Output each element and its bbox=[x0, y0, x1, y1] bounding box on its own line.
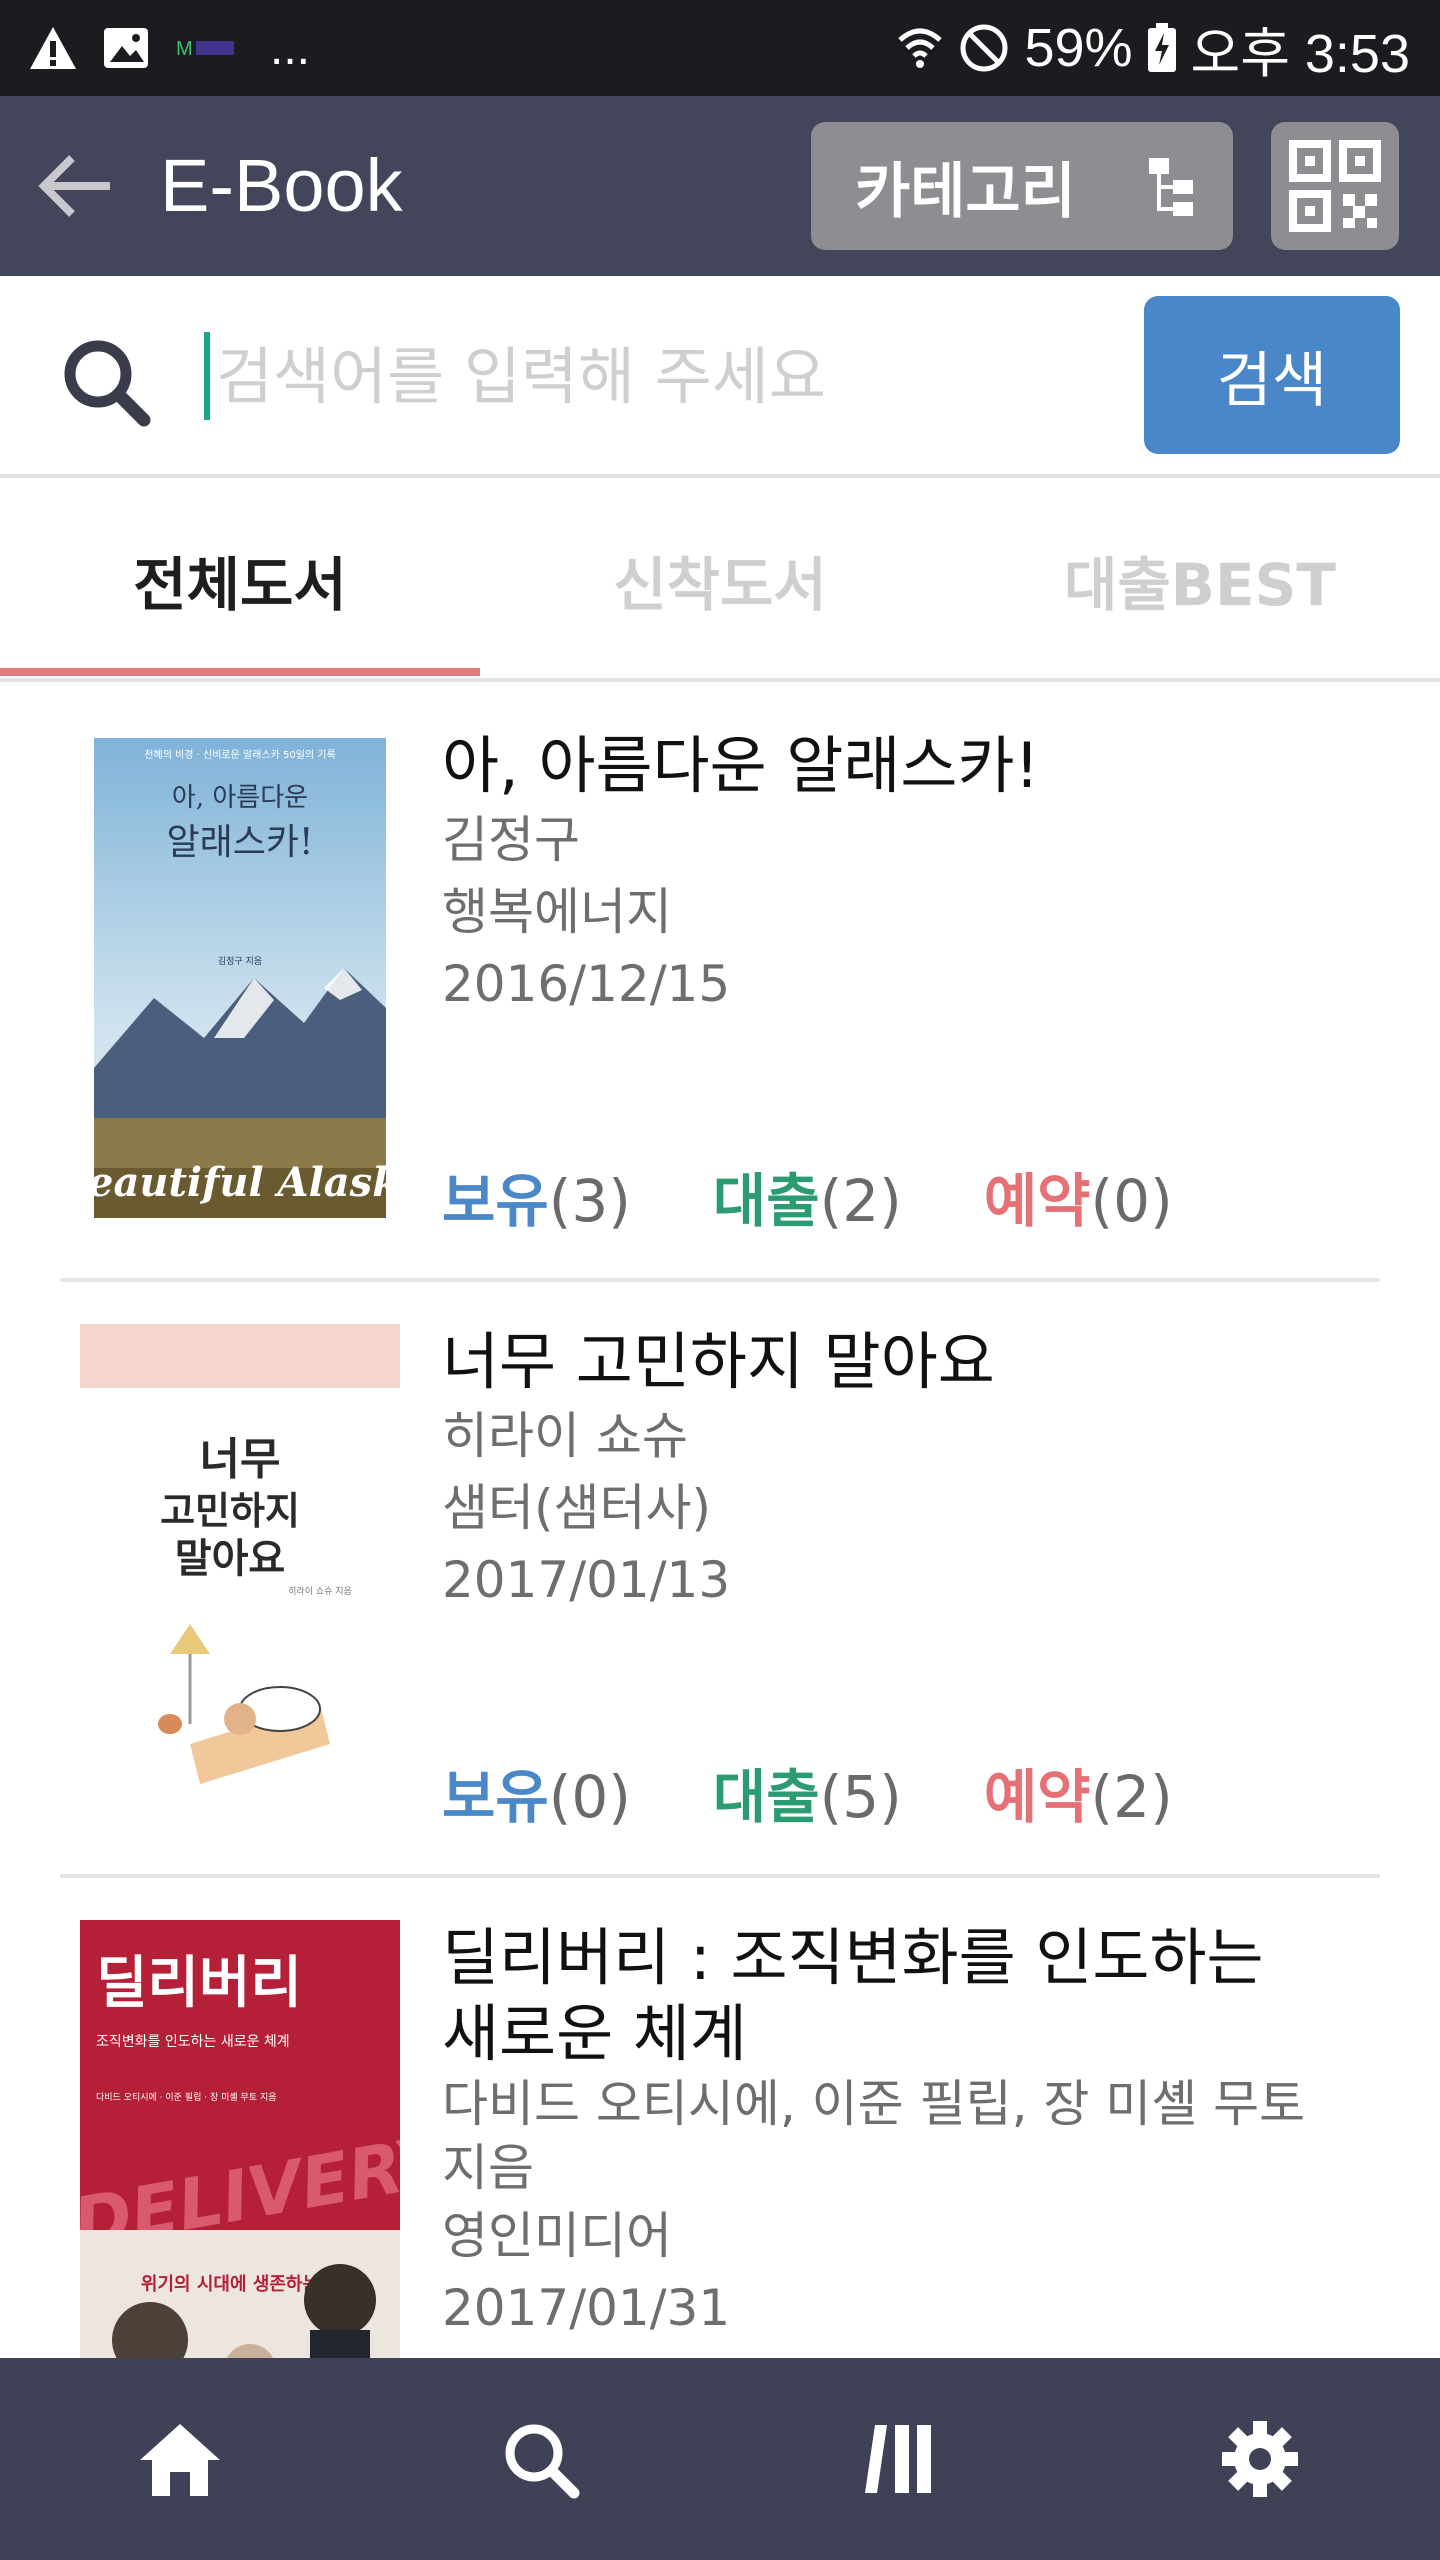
reserve-count: 예약(2) bbox=[983, 1763, 1173, 1831]
book-cover: 너무 고민하지 말아요 히라이 쇼슈 지음 bbox=[80, 1324, 400, 1834]
book-info: 아, 아름다운 알래스카! 김정구 행복에너지 2016/12/15 bbox=[442, 728, 1342, 1020]
tree-icon bbox=[1149, 158, 1193, 216]
own-count: 보유(0) bbox=[442, 1763, 631, 1831]
qr-code-button[interactable] bbox=[1271, 122, 1399, 250]
tab-loan-best[interactable]: 대출BEST bbox=[960, 482, 1440, 678]
book-title-line2: 새로운 체계 bbox=[442, 1997, 747, 2070]
search-bar: 검색 bbox=[0, 276, 1440, 478]
book-title: 아, 아름다운 알래스카! bbox=[442, 729, 1040, 802]
nav-home[interactable] bbox=[0, 2358, 360, 2560]
cover-title-line1: 아, 아름다운 bbox=[172, 783, 308, 813]
page-title: E-Book bbox=[160, 144, 403, 227]
bottom-navigation bbox=[0, 2358, 1440, 2560]
book-author: 히라이 쇼슈 bbox=[442, 1407, 688, 1465]
book-author-line2: 지음 bbox=[442, 2139, 534, 2197]
category-button[interactable]: 카테고리 bbox=[811, 122, 1233, 250]
book-item[interactable]: 너무 고민하지 말아요 히라이 쇼슈 지음 너무 고민하지 말아요 히라이 쇼슈… bbox=[60, 1282, 1380, 1878]
clock: 오후 3:53 bbox=[1190, 23, 1410, 84]
nav-search[interactable] bbox=[360, 2358, 720, 2560]
cover-footer: Beautiful Alaska bbox=[94, 1159, 386, 1206]
book-info: 너무 고민하지 말아요 히라이 쇼슈 샘터(샘터사) 2017/01/13 bbox=[442, 1324, 1342, 1616]
status-bar: M ... 59% 오후 3:53 bbox=[0, 0, 1440, 96]
book-counts: 보유(0) 대출(5) 예약(2) bbox=[442, 1750, 1173, 1834]
alaska-cover-image: 천혜의 비경 · 신비로운 알래스카 50일의 기록 아, 아름다운 알래스카!… bbox=[94, 738, 386, 1218]
wifi-icon bbox=[898, 28, 943, 68]
book-counts: 보유(3) 대출(2) 예약(0) bbox=[442, 1154, 1173, 1238]
warning-icon bbox=[30, 27, 76, 69]
book-title: 너무 고민하지 말아요 bbox=[442, 1325, 995, 1398]
book-publisher: 영인미디어 bbox=[442, 2207, 672, 2265]
more-notifications: ... bbox=[270, 21, 311, 75]
cover-line2: 고민하지 bbox=[160, 1488, 300, 1533]
book-publisher: 샘터(샘터사) bbox=[442, 1479, 712, 1537]
cover-author: 히라이 쇼슈 지음 bbox=[288, 1586, 352, 1597]
book-date: 2017/01/13 bbox=[442, 1551, 731, 1609]
loan-count: 대출(2) bbox=[712, 1167, 902, 1235]
book-date: 2017/01/31 bbox=[442, 2279, 731, 2337]
cover-author: 김정구 지음 bbox=[218, 955, 262, 967]
nav-library[interactable] bbox=[720, 2358, 1080, 2560]
search-icon bbox=[505, 2424, 580, 2499]
search-icon bbox=[64, 340, 151, 427]
book-cover: 천혜의 비경 · 신비로운 알래스카 50일의 기록 아, 아름다운 알래스카!… bbox=[94, 738, 386, 1218]
text-cursor bbox=[204, 332, 210, 420]
book-author: 김정구 bbox=[442, 811, 580, 869]
delivery-cover-image: 딜리버리 조직변화를 인도하는 새로운 체계 다비드 오티시에 · 이준 필립 … bbox=[80, 1920, 400, 2400]
back-arrow-icon[interactable] bbox=[36, 146, 116, 226]
cover-title: 딜리버리 bbox=[96, 1951, 302, 2016]
reserve-count: 예약(0) bbox=[983, 1167, 1173, 1235]
do-not-disturb-icon bbox=[960, 24, 1008, 72]
book-date: 2016/12/15 bbox=[442, 955, 731, 1013]
app-bar: E-Book 카테고리 bbox=[0, 96, 1440, 276]
search-input[interactable] bbox=[214, 326, 1114, 426]
battery-percent: 59% bbox=[1024, 18, 1133, 78]
book-item[interactable]: 천혜의 비경 · 신비로운 알래스카 50일의 기록 아, 아름다운 알래스카!… bbox=[60, 686, 1380, 1282]
worry-cover-image: 너무 고민하지 말아요 히라이 쇼슈 지음 bbox=[80, 1324, 400, 1834]
app-notification-icon: M bbox=[176, 38, 234, 60]
loan-count: 대출(5) bbox=[712, 1763, 902, 1831]
search-button[interactable]: 검색 bbox=[1144, 296, 1400, 454]
image-icon bbox=[104, 28, 148, 68]
book-author-line1: 다비드 오티시에, 이준 필립, 장 미셸 무토 bbox=[442, 2075, 1306, 2133]
book-publisher: 행복에너지 bbox=[442, 883, 672, 941]
tab-all-books[interactable]: 전체도서 bbox=[0, 482, 480, 678]
cover-top-text: 천혜의 비경 · 신비로운 알래스카 50일의 기록 bbox=[144, 748, 335, 761]
svg-text:M: M bbox=[176, 38, 193, 60]
cover-authors: 다비드 오티시에 · 이준 필립 · 장 미셸 무토 지음 bbox=[96, 2091, 277, 2103]
tab-new-books[interactable]: 신착도서 bbox=[480, 482, 960, 678]
cover-subtitle: 조직변화를 인도하는 새로운 체계 bbox=[96, 2034, 290, 2050]
book-info: 딜리버리 : 조직변화를 인도하는 새로운 체계 다비드 오티시에, 이준 필립… bbox=[442, 1920, 1342, 2344]
battery-icon bbox=[1147, 23, 1176, 72]
cover-line1: 너무 bbox=[200, 1434, 281, 1485]
gear-icon bbox=[1222, 2421, 1298, 2497]
nav-settings[interactable] bbox=[1080, 2358, 1440, 2560]
qr-code-icon bbox=[1289, 140, 1381, 232]
book-title-line1: 딜리버리 : 조직변화를 인도하는 bbox=[442, 1921, 1264, 1994]
home-icon bbox=[140, 2424, 220, 2496]
cover-line3: 말아요 bbox=[175, 1535, 285, 1582]
own-count: 보유(3) bbox=[442, 1167, 631, 1235]
category-label: 카테고리 bbox=[855, 156, 1076, 227]
tab-bar: 전체도서 신착도서 대출BEST bbox=[0, 482, 1440, 682]
book-cover: 딜리버리 조직변화를 인도하는 새로운 체계 다비드 오티시에 · 이준 필립 … bbox=[80, 1920, 400, 2400]
active-tab-indicator bbox=[0, 668, 480, 676]
cover-tagline: 위기의 시대에 생존하는 bbox=[141, 2274, 319, 2295]
library-icon bbox=[865, 2425, 931, 2493]
cover-title-line2: 알래스카! bbox=[167, 822, 314, 863]
